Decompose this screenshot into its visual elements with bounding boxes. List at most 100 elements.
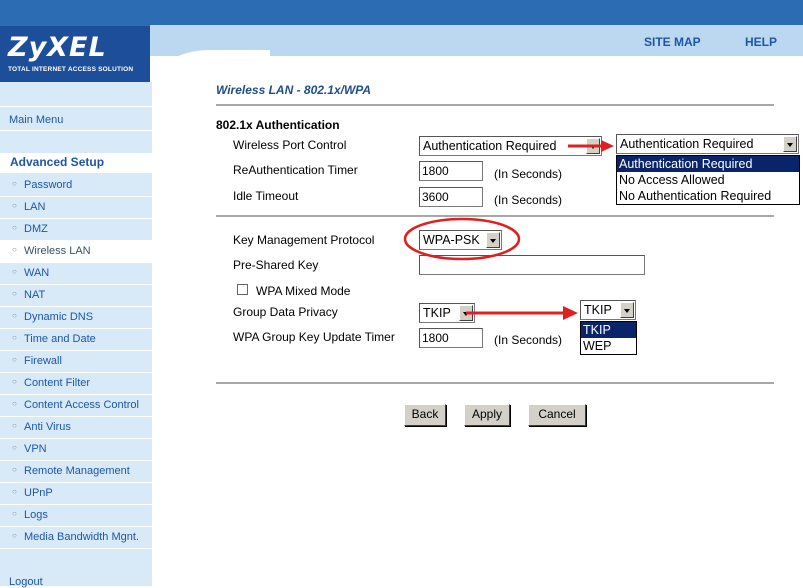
sidebar-item-wan[interactable]: ○ WAN bbox=[0, 263, 152, 285]
port-control-option[interactable]: No Authentication Required bbox=[617, 188, 799, 204]
sidebar-item-label: Anti Virus bbox=[24, 421, 71, 433]
chevron-down-icon[interactable] bbox=[459, 305, 473, 321]
sidebar-item-media-bandwidth-mgnt[interactable]: ○ Media Bandwidth Mgnt. bbox=[0, 527, 152, 549]
back-button[interactable]: Back bbox=[404, 404, 446, 426]
pre-shared-key-label: Pre-Shared Key bbox=[233, 258, 319, 272]
advanced-setup-heading: Advanced Setup bbox=[0, 153, 152, 173]
sidebar-item-lan[interactable]: ○ LAN bbox=[0, 197, 152, 219]
wpa-mixed-mode-label: WPA Mixed Mode bbox=[256, 284, 351, 298]
sidebar-item-upnp[interactable]: ○ UPnP bbox=[0, 483, 152, 505]
sidebar-item-logs[interactable]: ○ Logs bbox=[0, 505, 152, 527]
port-control-expanded-select[interactable]: Authentication Required bbox=[616, 134, 799, 154]
cancel-button[interactable]: Cancel bbox=[528, 404, 586, 426]
key-management-label: Key Management Protocol bbox=[233, 233, 375, 247]
port-control-select[interactable]: Authentication Required bbox=[419, 136, 602, 156]
main-menu-link[interactable]: Main Menu bbox=[9, 114, 63, 126]
sidebar-item-wireless-lan[interactable]: ○ Wireless LAN bbox=[0, 241, 152, 263]
bullet-icon: ○ bbox=[12, 443, 17, 452]
key-management-select[interactable]: WPA-PSK bbox=[419, 230, 502, 250]
bullet-icon: ○ bbox=[12, 487, 17, 496]
chevron-down-icon[interactable] bbox=[620, 302, 634, 318]
bullet-icon: ○ bbox=[12, 355, 17, 364]
sidebar-item-label: UPnP bbox=[24, 487, 53, 499]
port-control-expanded-value: Authentication Required bbox=[620, 137, 754, 151]
sidebar-item-label: LAN bbox=[24, 201, 46, 213]
idle-seconds-unit: (In Seconds) bbox=[494, 193, 563, 207]
sidebar-item-label: Logs bbox=[24, 509, 48, 521]
site-map-link[interactable]: SITE MAP bbox=[644, 35, 701, 49]
sidebar-item-content-access-control[interactable]: ○ Content Access Control bbox=[0, 395, 152, 417]
group-data-privacy-value: TKIP bbox=[423, 306, 451, 320]
port-control-option[interactable]: No Access Allowed bbox=[617, 172, 799, 188]
logo-tagline: TOTAL INTERNET ACCESS SOLUTION bbox=[8, 66, 134, 73]
divider bbox=[216, 382, 774, 384]
bullet-icon: ○ bbox=[12, 267, 17, 276]
sidebar-item-dmz[interactable]: ○ DMZ bbox=[0, 219, 152, 241]
group-privacy-option-list: TKIP WEP bbox=[580, 321, 637, 355]
group-key-timer-input[interactable] bbox=[419, 328, 483, 348]
apply-button[interactable]: Apply bbox=[464, 404, 510, 426]
help-link[interactable]: HELP bbox=[745, 35, 777, 49]
bullet-icon: ○ bbox=[12, 179, 17, 188]
group-privacy-option[interactable]: TKIP bbox=[581, 322, 636, 338]
sidebar-item-vpn[interactable]: ○ VPN bbox=[0, 439, 152, 461]
group-key-timer-label: WPA Group Key Update Timer bbox=[233, 330, 395, 344]
sidebar-item-anti-virus[interactable]: ○ Anti Virus bbox=[0, 417, 152, 439]
advanced-setup-title: Advanced Setup bbox=[10, 155, 105, 169]
idle-timeout-input[interactable] bbox=[419, 187, 483, 207]
bullet-icon: ○ bbox=[12, 201, 17, 210]
sidebar-divider bbox=[0, 106, 152, 107]
group-privacy-option[interactable]: WEP bbox=[581, 338, 636, 354]
sidebar-item-label: NAT bbox=[24, 289, 46, 301]
sidebar-item-dynamic-dns[interactable]: ○ Dynamic DNS bbox=[0, 307, 152, 329]
port-control-option[interactable]: Authentication Required bbox=[617, 156, 799, 172]
sidebar-item-password[interactable]: ○ Password bbox=[0, 175, 152, 197]
bullet-icon: ○ bbox=[12, 421, 17, 430]
port-control-label: Wireless Port Control bbox=[233, 138, 347, 152]
logout-link[interactable]: Logout bbox=[9, 576, 43, 588]
port-control-value: Authentication Required bbox=[423, 139, 557, 153]
chevron-down-icon[interactable] bbox=[486, 232, 500, 248]
sidebar-divider bbox=[0, 130, 152, 131]
page-title: Wireless LAN - 802.1x/WPA bbox=[216, 83, 372, 97]
sidebar-item-remote-management[interactable]: ○ Remote Management bbox=[0, 461, 152, 483]
group-privacy-expanded-select[interactable]: TKIP bbox=[580, 300, 636, 320]
divider bbox=[216, 215, 774, 217]
sidebar-item-label: Content Access Control bbox=[24, 399, 139, 411]
sidebar: Main Menu Advanced Setup ○ Password ○ LAN ○ D… bbox=[0, 82, 152, 588]
bullet-icon: ○ bbox=[12, 377, 17, 386]
sidebar-item-label: Remote Management bbox=[24, 465, 130, 477]
sidebar-item-label: Time and Date bbox=[24, 333, 96, 345]
sidebar-item-label: DMZ bbox=[24, 223, 48, 235]
bullet-icon: ○ bbox=[12, 289, 17, 298]
sidebar-item-label: Firewall bbox=[24, 355, 62, 367]
sidebar-item-label: VPN bbox=[24, 443, 47, 455]
port-control-option-list: Authentication Required No Access Allowe… bbox=[616, 155, 800, 205]
bullet-icon: ○ bbox=[12, 333, 17, 342]
sidebar-item-label: Password bbox=[24, 179, 73, 191]
group-privacy-expanded-value: TKIP bbox=[584, 303, 612, 317]
group-data-privacy-label: Group Data Privacy bbox=[233, 305, 338, 319]
wpa-mixed-mode-checkbox[interactable] bbox=[237, 284, 248, 295]
sidebar-item-label: WAN bbox=[24, 267, 50, 279]
sidebar-item-firewall[interactable]: ○ Firewall bbox=[0, 351, 152, 373]
reauth-timer-label: ReAuthentication Timer bbox=[233, 163, 358, 177]
reauth-seconds-unit: (In Seconds) bbox=[494, 167, 563, 181]
bullet-icon: ○ bbox=[12, 311, 17, 320]
chevron-down-icon[interactable] bbox=[586, 138, 600, 154]
reauth-timer-input[interactable] bbox=[419, 161, 483, 181]
bullet-icon: ○ bbox=[12, 465, 17, 474]
group-key-seconds-unit: (In Seconds) bbox=[494, 333, 563, 347]
bullet-icon: ○ bbox=[12, 509, 17, 518]
bullet-icon: ○ bbox=[12, 399, 17, 408]
chevron-down-icon[interactable] bbox=[783, 136, 797, 152]
sidebar-item-nat[interactable]: ○ NAT bbox=[0, 285, 152, 307]
sidebar-item-label: Content Filter bbox=[24, 377, 91, 389]
pre-shared-key-input[interactable] bbox=[419, 255, 645, 275]
logo-text: ZyXEL bbox=[8, 32, 107, 63]
sidebar-item-label: Dynamic DNS bbox=[24, 311, 94, 323]
sidebar-item-time-and-date[interactable]: ○ Time and Date bbox=[0, 329, 152, 351]
sidebar-item-label: Media Bandwidth Mgnt. bbox=[24, 531, 139, 543]
sidebar-item-content-filter[interactable]: ○ Content Filter bbox=[0, 373, 152, 395]
group-data-privacy-select[interactable]: TKIP bbox=[419, 303, 475, 323]
